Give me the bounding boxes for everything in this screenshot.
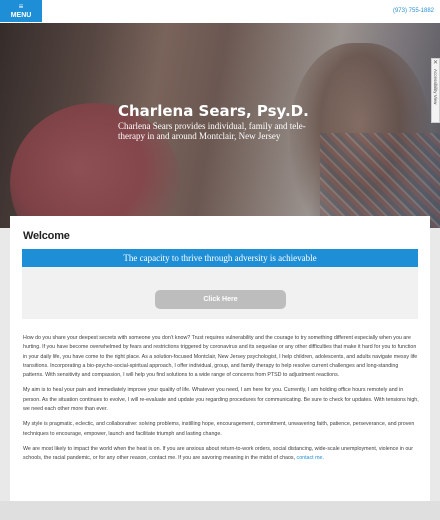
page-title: Welcome: [23, 230, 70, 242]
accessibility-label[interactable]: Accessibility View: [433, 69, 438, 104]
accessibility-widget[interactable]: ✕ Accessibility View: [431, 58, 440, 123]
contact-me-link[interactable]: contact me.: [297, 455, 324, 461]
paragraph-2: My aim is to heal your pain and immediat…: [23, 387, 419, 413]
paragraph-4: We are most likely to impact the world w…: [23, 445, 419, 464]
paragraph-3: My style is pragmatic, eclectic, and col…: [23, 421, 415, 437]
menu-button[interactable]: ≡ MENU: [0, 0, 42, 22]
tagline-banner: The capacity to thrive through adversity…: [22, 249, 418, 267]
hero-text: Charlena Sears, Psy.D. Charlena Sears pr…: [118, 102, 313, 141]
hero-title: Charlena Sears, Psy.D.: [118, 102, 309, 120]
menu-label: MENU: [10, 12, 32, 19]
top-bar: ≡ MENU (973) 755-1882: [0, 0, 440, 23]
close-icon[interactable]: ✕: [433, 60, 438, 66]
paragraph-1: How do you share your deepest secrets wi…: [23, 335, 418, 379]
hero-banner: Charlena Sears, Psy.D. Charlena Sears pr…: [0, 23, 440, 228]
hero-subtitle: Charlena Sears provides individual, fami…: [118, 121, 306, 141]
content-card: Welcome The capacity to thrive through a…: [10, 216, 430, 502]
phone-link[interactable]: (973) 755-1882: [393, 8, 434, 14]
body-text: How do you share your deepest secrets wi…: [23, 334, 419, 470]
paragraph-4-text: We are most likely to impact the world w…: [23, 445, 414, 462]
click-here-button[interactable]: Click Here: [155, 290, 286, 309]
footer-strip: [0, 501, 440, 520]
hamburger-icon: ≡: [18, 2, 24, 11]
